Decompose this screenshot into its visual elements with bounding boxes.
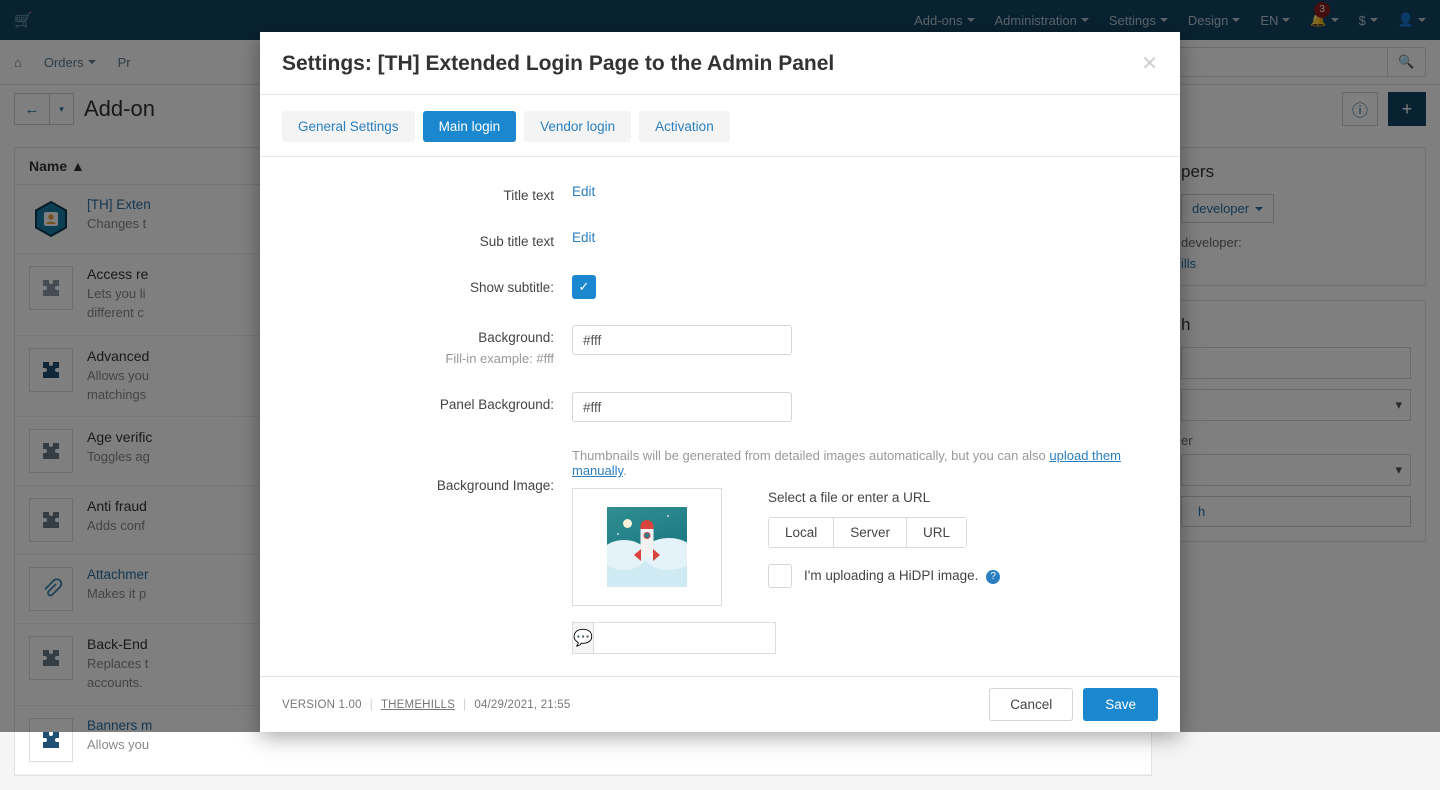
field-title-text: Title text Edit: [282, 183, 1158, 203]
select-file-title: Select a file or enter a URL: [768, 490, 931, 505]
hidpi-checkbox[interactable]: [768, 564, 792, 588]
tab-vendor-login[interactable]: Vendor login: [524, 111, 632, 142]
background-image-thumbnail[interactable]: [572, 488, 722, 606]
tab-activation[interactable]: Activation: [639, 111, 730, 142]
field-label: Background:: [478, 330, 554, 345]
timestamp: 04/29/2021, 21:55: [474, 698, 571, 711]
image-source-buttons: Local Server URL: [768, 517, 968, 548]
hidpi-label: I'm uploading a HiDPI image.: [804, 568, 979, 584]
tab-main-login[interactable]: Main login: [422, 111, 517, 142]
source-local-button[interactable]: Local: [768, 517, 834, 548]
modal-footer: VERSION 1.00 | THEMEHILLS | 04/29/2021, …: [260, 676, 1180, 732]
show-subtitle-checkbox[interactable]: ✓: [572, 275, 596, 299]
check-icon: ✓: [578, 279, 590, 294]
field-label: Show subtitle:: [469, 280, 554, 295]
modal-tabs: General Settings Main login Vendor login…: [260, 95, 1180, 157]
field-label: Panel Background:: [439, 397, 554, 412]
question-icon[interactable]: ?: [986, 569, 1001, 584]
divider: |: [463, 698, 467, 711]
field-background: Background: Fill-in example: #fff: [282, 325, 1158, 366]
panel-background-input[interactable]: [572, 392, 792, 422]
field-label: Sub title text: [479, 234, 554, 249]
sub-title-text-edit-link[interactable]: Edit: [572, 230, 595, 245]
field-label: Background Image:: [436, 478, 554, 493]
version-label: VERSION 1.00: [282, 698, 362, 711]
field-background-image: Background Image: Thumbnails will be gen…: [282, 448, 1158, 654]
modal-body: Title text Edit Sub title text Edit Show…: [260, 157, 1180, 676]
field-show-subtitle: Show subtitle: ✓: [282, 275, 1158, 299]
close-icon[interactable]: ✕: [1141, 52, 1158, 74]
modal-header: Settings: [TH] Extended Login Page to th…: [260, 32, 1180, 95]
background-hint: Fill-in example: #fff: [445, 351, 554, 366]
source-server-button[interactable]: Server: [833, 517, 907, 548]
version-info: VERSION 1.00 | THEMEHILLS | 04/29/2021, …: [282, 699, 570, 711]
alt-text-input-group[interactable]: 💬: [572, 622, 776, 654]
hidpi-label-wrap: I'm uploading a HiDPI image. ?: [804, 568, 1001, 584]
thumbnail-note: Thumbnails will be generated from detail…: [572, 448, 1158, 478]
background-input[interactable]: [572, 325, 792, 355]
source-url-button[interactable]: URL: [906, 517, 968, 548]
settings-modal: Settings: [TH] Extended Login Page to th…: [260, 32, 1180, 732]
divider: |: [369, 698, 373, 711]
addon-description: Allows you: [87, 737, 150, 753]
comment-icon: 💬: [572, 622, 593, 654]
modal-title: Settings: [TH] Extended Login Page to th…: [282, 52, 835, 75]
field-label: Title text: [503, 188, 554, 203]
field-panel-background: Panel Background:: [282, 392, 1158, 422]
tab-general-settings[interactable]: General Settings: [282, 111, 415, 142]
rocket-launch-image: [607, 507, 687, 587]
alt-text-input[interactable]: [592, 622, 776, 654]
field-sub-title-text: Sub title text Edit: [282, 229, 1158, 249]
thumbnail-note-period: .: [623, 463, 627, 478]
brand-link[interactable]: THEMEHILLS: [381, 699, 455, 711]
thumbnail-note-text: Thumbnails will be generated from detail…: [572, 448, 1050, 463]
cancel-button[interactable]: Cancel: [989, 688, 1074, 721]
save-button[interactable]: Save: [1083, 688, 1158, 721]
title-text-edit-link[interactable]: Edit: [572, 184, 595, 199]
